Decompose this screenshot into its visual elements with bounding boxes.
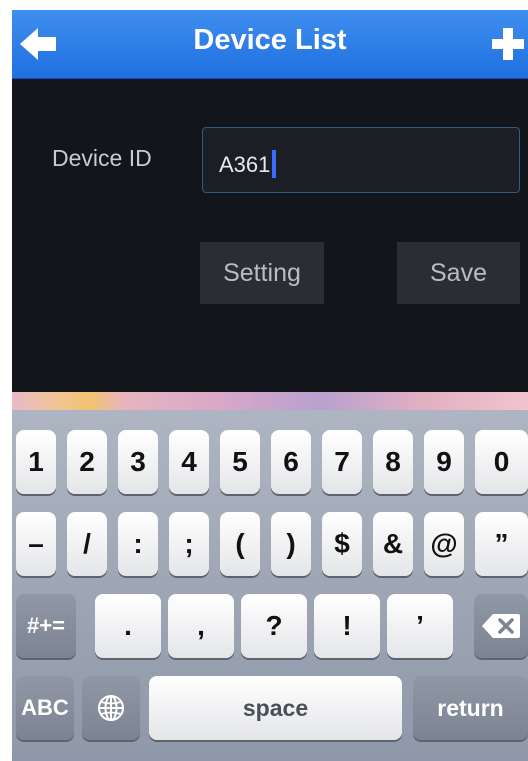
space-key[interactable]: space <box>149 676 402 740</box>
key-quote[interactable]: ” <box>475 512 528 576</box>
keyboard: 1 2 3 4 5 6 7 8 9 0 – / : ; ( ) $ & @ ” … <box>12 410 528 761</box>
key-exclamation[interactable]: ! <box>314 594 380 658</box>
setting-button[interactable]: Setting <box>200 242 324 304</box>
app-frame: Device List Device ID A361 Setting Save … <box>12 10 528 761</box>
key-8[interactable]: 8 <box>373 430 413 494</box>
return-key[interactable]: return <box>413 676 528 740</box>
key-semicolon[interactable]: ; <box>169 512 209 576</box>
key-colon[interactable]: : <box>118 512 158 576</box>
key-close-paren[interactable]: ) <box>271 512 311 576</box>
symbols-key[interactable]: #+= <box>16 594 76 658</box>
key-1[interactable]: 1 <box>16 430 56 494</box>
key-comma[interactable]: , <box>168 594 234 658</box>
key-question[interactable]: ? <box>241 594 307 658</box>
key-0[interactable]: 0 <box>475 430 528 494</box>
device-form: Device ID A361 Setting Save <box>12 79 528 392</box>
key-dash[interactable]: – <box>16 512 56 576</box>
device-id-input[interactable]: A361 <box>202 127 520 193</box>
key-5[interactable]: 5 <box>220 430 260 494</box>
globe-icon <box>98 695 124 721</box>
key-9[interactable]: 9 <box>424 430 464 494</box>
save-button[interactable]: Save <box>397 242 520 304</box>
text-caret <box>272 150 277 178</box>
plus-icon <box>492 28 524 60</box>
key-4[interactable]: 4 <box>169 430 209 494</box>
add-device-button[interactable] <box>488 24 528 64</box>
key-dollar[interactable]: $ <box>322 512 362 576</box>
key-open-paren[interactable]: ( <box>220 512 260 576</box>
key-period[interactable]: . <box>95 594 161 658</box>
backspace-icon <box>482 614 520 638</box>
key-slash[interactable]: / <box>67 512 107 576</box>
page-title: Device List <box>193 24 347 56</box>
key-at[interactable]: @ <box>424 512 464 576</box>
key-2[interactable]: 2 <box>67 430 107 494</box>
device-id-value: A361 <box>219 150 277 178</box>
key-ampersand[interactable]: & <box>373 512 413 576</box>
navigation-bar: Device List <box>12 10 528 79</box>
key-apostrophe[interactable]: ’ <box>387 594 453 658</box>
backspace-key[interactable] <box>474 594 528 658</box>
key-6[interactable]: 6 <box>271 430 311 494</box>
key-7[interactable]: 7 <box>322 430 362 494</box>
wallpaper-strip <box>12 392 528 410</box>
globe-key[interactable] <box>82 676 140 740</box>
device-id-label: Device ID <box>52 145 152 171</box>
key-3[interactable]: 3 <box>118 430 158 494</box>
abc-key[interactable]: ABC <box>16 676 74 740</box>
